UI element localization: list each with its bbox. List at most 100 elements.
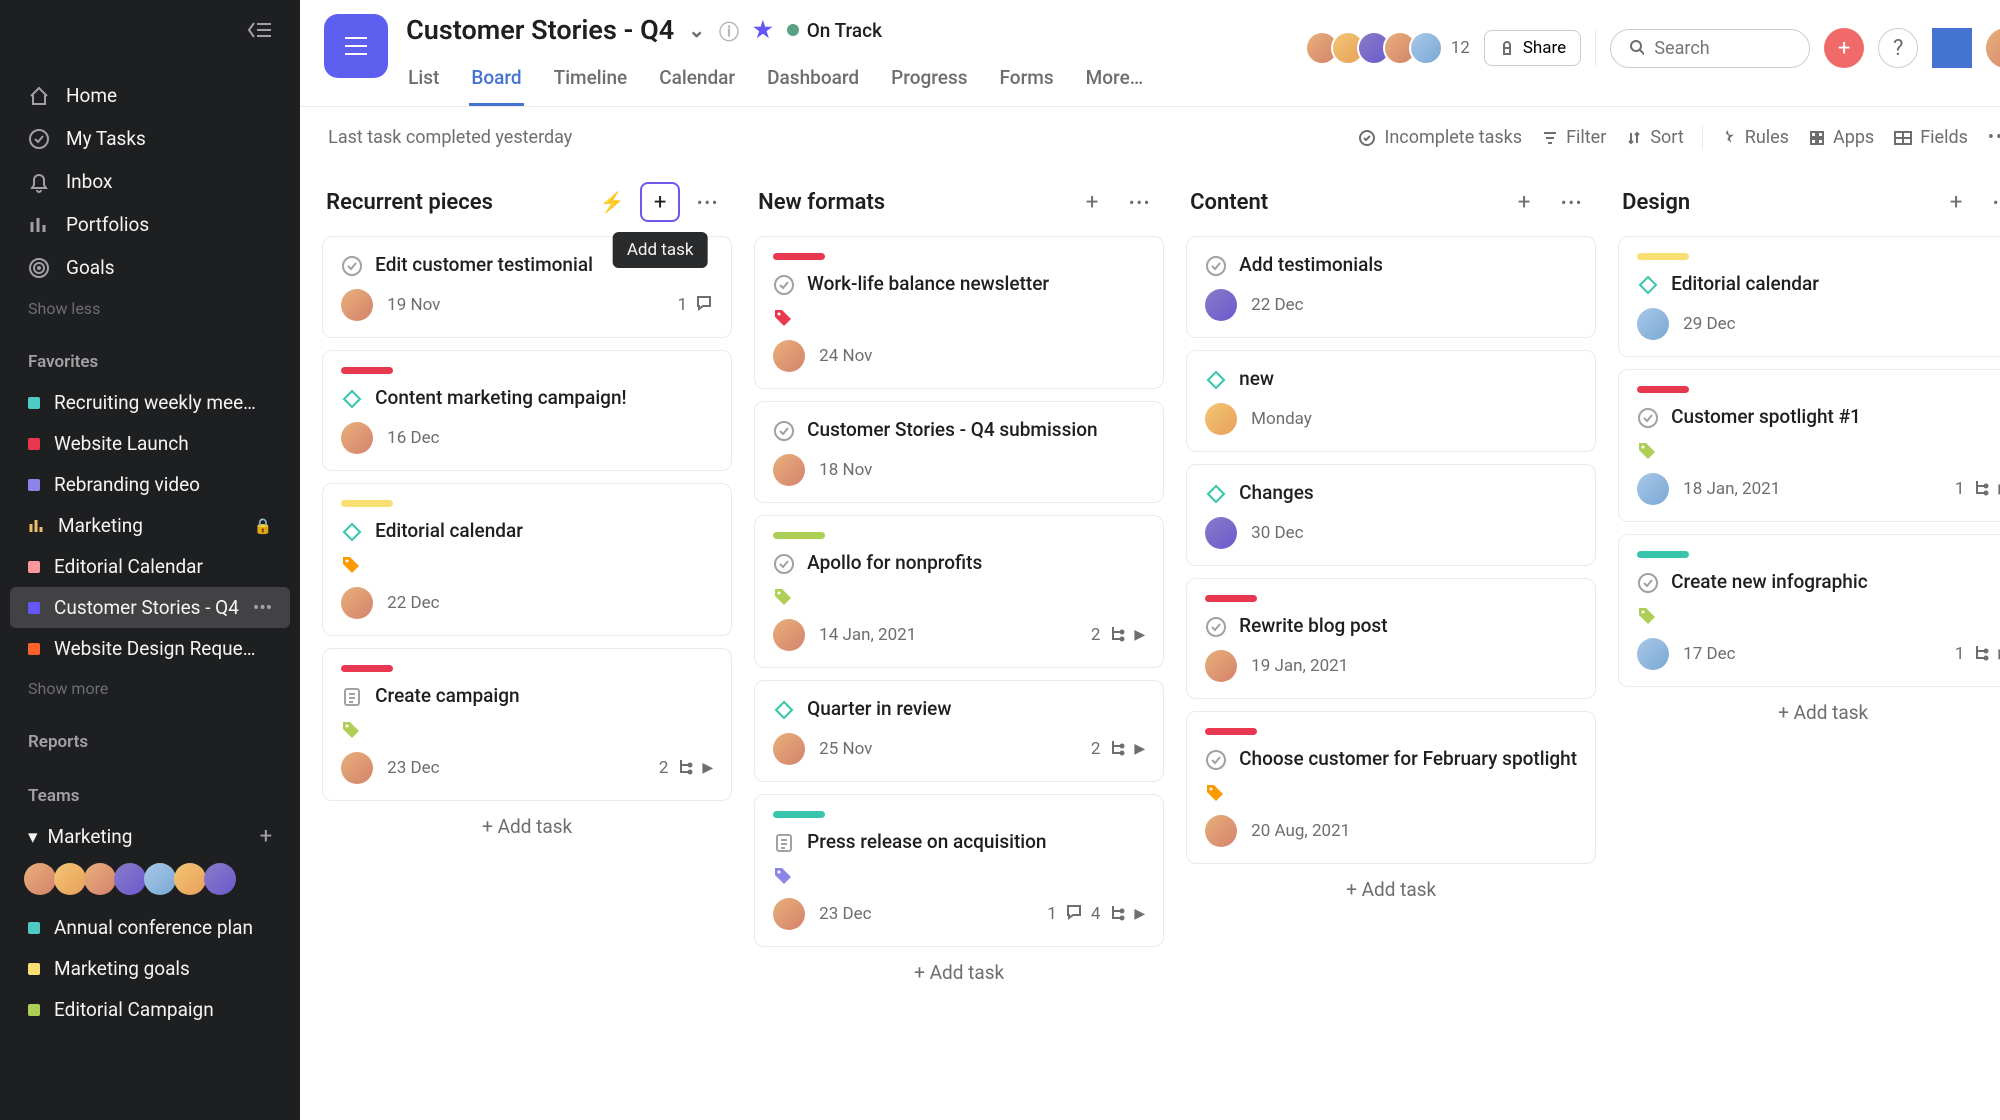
add-team-button[interactable]: + — [260, 824, 272, 849]
assignee-avatar[interactable] — [1205, 650, 1237, 682]
assignee-avatar[interactable] — [341, 289, 373, 321]
apps-button[interactable]: Apps — [1799, 121, 1884, 154]
favorite-item[interactable]: Recruiting weekly mee… — [0, 382, 300, 423]
check-icon[interactable] — [1637, 407, 1659, 429]
check-icon[interactable] — [773, 420, 795, 442]
nav-home[interactable]: Home — [0, 74, 300, 117]
task-card[interactable]: Changes30 Dec — [1186, 464, 1596, 566]
diamond-icon[interactable] — [1205, 483, 1227, 505]
column-more-icon[interactable]: ••• — [1120, 182, 1160, 222]
nav-bars[interactable]: Portfolios — [0, 203, 300, 246]
team-project-item[interactable]: Editorial Campaign — [0, 989, 300, 1030]
chevron-down-icon[interactable]: ⌄ — [688, 18, 705, 42]
app-switcher[interactable] — [1932, 28, 1972, 68]
assignee-avatar[interactable] — [1205, 403, 1237, 435]
assignee-avatar[interactable] — [1205, 815, 1237, 847]
team-project-item[interactable]: Marketing goals — [0, 948, 300, 989]
check-icon[interactable] — [1205, 749, 1227, 771]
fields-button[interactable]: Fields — [1884, 121, 1978, 154]
help-button[interactable]: ? — [1878, 28, 1918, 68]
status-badge[interactable]: On Track — [787, 19, 882, 42]
add-task-button[interactable]: + — [1504, 182, 1544, 222]
add-task-link[interactable]: + Add task — [1618, 687, 2000, 738]
assignee-avatar[interactable] — [341, 752, 373, 784]
task-card[interactable]: Choose customer for February spotlight20… — [1186, 711, 1596, 864]
task-card[interactable]: Content marketing campaign!16 Dec — [322, 350, 732, 471]
check-icon[interactable] — [1637, 572, 1659, 594]
assignee-avatar[interactable] — [1205, 289, 1237, 321]
caret-right-icon[interactable]: ▶ — [1134, 906, 1145, 922]
assignee-avatar[interactable] — [773, 340, 805, 372]
favorite-item[interactable]: Website Design Reque… — [0, 628, 300, 669]
check-icon[interactable] — [773, 553, 795, 575]
favorite-item[interactable]: Website Launch — [0, 423, 300, 464]
task-card[interactable]: Customer spotlight #118 Jan, 20211▶ — [1618, 369, 2000, 522]
tab-forms[interactable]: Forms — [998, 56, 1056, 106]
assignee-avatar[interactable] — [1637, 473, 1669, 505]
show-less-link[interactable]: Show less — [0, 289, 300, 328]
add-task-link[interactable]: + Add task — [1186, 864, 1596, 915]
diamond-icon[interactable] — [1205, 369, 1227, 391]
doc-icon[interactable] — [341, 686, 363, 708]
profile-avatar[interactable] — [1986, 28, 2000, 68]
reports-label[interactable]: Reports — [0, 708, 300, 762]
assignee-avatar[interactable] — [773, 619, 805, 651]
more-icon[interactable]: ••• — [253, 596, 272, 619]
star-icon[interactable]: ★ — [753, 18, 773, 43]
check-icon[interactable] — [1205, 616, 1227, 638]
filter-button[interactable]: Filter — [1532, 121, 1616, 154]
column-more-icon[interactable]: ••• — [688, 182, 728, 222]
column-title[interactable]: Content — [1190, 190, 1496, 215]
check-icon[interactable] — [773, 274, 795, 296]
favorite-item[interactable]: Editorial Calendar — [0, 546, 300, 587]
tab-timeline[interactable]: Timeline — [552, 56, 630, 106]
favorite-item[interactable]: Marketing🔒 — [0, 505, 300, 546]
add-task-button[interactable]: + — [1072, 182, 1112, 222]
check-icon[interactable] — [1205, 255, 1227, 277]
nav-check-circle[interactable]: My Tasks — [0, 117, 300, 160]
member-stack[interactable]: 12 — [1313, 31, 1470, 65]
nav-bell[interactable]: Inbox — [0, 160, 300, 203]
tab-list[interactable]: List — [406, 56, 441, 106]
add-task-link[interactable]: + Add task — [754, 947, 1164, 998]
team-header[interactable]: ▾ Marketing + — [0, 816, 300, 857]
assignee-avatar[interactable] — [773, 898, 805, 930]
add-task-link[interactable]: + Add task — [322, 801, 732, 852]
assignee-avatar[interactable] — [1637, 638, 1669, 670]
column-title[interactable]: Recurrent pieces — [326, 190, 584, 215]
project-icon[interactable] — [324, 14, 388, 78]
tab-more[interactable]: More… — [1084, 56, 1146, 106]
tab-calendar[interactable]: Calendar — [657, 56, 737, 106]
diamond-icon[interactable] — [341, 521, 363, 543]
task-card[interactable]: Customer Stories - Q4 submission18 Nov — [754, 401, 1164, 503]
team-project-item[interactable]: Annual conference plan — [0, 907, 300, 948]
bolt-icon[interactable]: ⚡ — [592, 182, 632, 222]
nav-target[interactable]: Goals — [0, 246, 300, 289]
diamond-icon[interactable] — [1637, 274, 1659, 296]
assignee-avatar[interactable] — [773, 454, 805, 486]
column-title[interactable]: Design — [1622, 190, 1928, 215]
column-title[interactable]: New formats — [758, 190, 1064, 215]
check-icon[interactable] — [341, 255, 363, 277]
task-card[interactable]: Add testimonials22 Dec — [1186, 236, 1596, 338]
sort-button[interactable]: Sort — [1616, 121, 1693, 154]
share-button[interactable]: Share — [1484, 30, 1581, 66]
rules-button[interactable]: Rules — [1711, 121, 1799, 154]
column-more-icon[interactable]: ••• — [1552, 182, 1592, 222]
doc-icon[interactable] — [773, 832, 795, 854]
favorite-item[interactable]: Rebranding video — [0, 464, 300, 505]
team-avatars[interactable] — [0, 857, 300, 907]
show-more-link[interactable]: Show more — [0, 669, 300, 708]
task-card[interactable]: Create campaign23 Dec2▶ — [322, 648, 732, 801]
global-add-button[interactable]: + — [1824, 28, 1864, 68]
caret-right-icon[interactable]: ▶ — [1134, 741, 1145, 757]
collapse-sidebar-icon[interactable] — [0, 20, 300, 46]
assignee-avatar[interactable] — [341, 422, 373, 454]
task-card[interactable]: newMonday — [1186, 350, 1596, 452]
diamond-icon[interactable] — [773, 699, 795, 721]
assignee-avatar[interactable] — [773, 733, 805, 765]
diamond-icon[interactable] — [341, 388, 363, 410]
add-task-button[interactable]: +Add task — [640, 182, 680, 222]
task-card[interactable]: Press release on acquisition23 Dec14▶ — [754, 794, 1164, 947]
toolbar-more-icon[interactable]: ••• — [1978, 121, 2000, 154]
